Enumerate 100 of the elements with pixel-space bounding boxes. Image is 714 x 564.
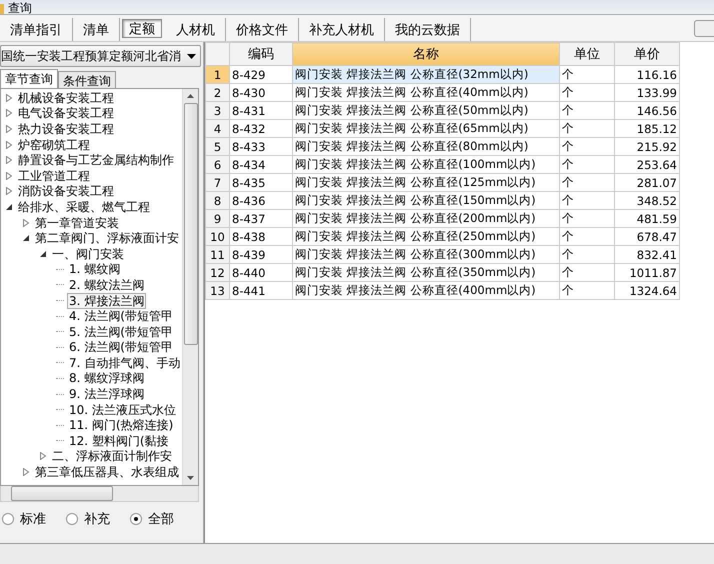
tab[interactable]: 清单指引: [0, 18, 73, 41]
tree-item[interactable]: 炉窑砌筑工程: [16, 136, 92, 153]
radio-icon[interactable]: [66, 513, 78, 525]
tree-item[interactable]: 工业管道工程: [16, 168, 92, 184]
scroll-down-icon[interactable]: [187, 476, 194, 480]
table-cell: 8-441: [230, 282, 292, 300]
table-cell: 8-437: [230, 210, 292, 228]
column-header[interactable]: 名称: [292, 42, 560, 66]
radio-icon[interactable]: [130, 513, 142, 525]
tree-item[interactable]: 第三章低压器具、水表组成: [33, 464, 181, 480]
tree-item[interactable]: 8. 螺纹浮球阀: [67, 370, 146, 386]
table-cell: 个: [560, 228, 614, 246]
table-cell: 阀门安装 焊接法兰阀 公称直径(250mm以内): [292, 228, 560, 246]
table-cell: 8-434: [230, 156, 292, 174]
table-cell: 8-435: [230, 174, 292, 192]
query-tab[interactable]: 条件查询: [58, 71, 116, 88]
table-cell: 阀门安装 焊接法兰阀 公称直径(300mm以内): [292, 246, 560, 264]
table-cell: 阀门安装 焊接法兰阀 公称直径(80mm以内): [292, 138, 560, 156]
tree-item[interactable]: 电气设备安装工程: [16, 105, 116, 122]
tree-item[interactable]: 5. 法兰阀(带短管甲: [67, 324, 175, 340]
tree-item[interactable]: 7. 自动排气阀、手动: [67, 354, 182, 371]
tree-item[interactable]: 2. 螺纹法兰阀: [67, 276, 146, 293]
tree-item[interactable]: 给排水、采暖、燃气工程: [16, 198, 152, 215]
expander-icon[interactable]: [39, 250, 47, 258]
vertical-scrollbar[interactable]: [182, 89, 198, 485]
table-cell: 个: [560, 138, 614, 156]
row-number[interactable]: 9: [206, 210, 230, 228]
tree-item[interactable]: 消防设备安装工程: [16, 183, 116, 200]
table-cell: 阀门安装 焊接法兰阀 公称直径(32mm以内): [292, 66, 560, 84]
window-title: 查询: [8, 2, 32, 14]
tree-item[interactable]: 3. 焊接法兰阀: [67, 292, 146, 309]
table-cell: 个: [560, 174, 614, 192]
row-number[interactable]: 1: [206, 66, 230, 84]
table-cell: 832.41: [614, 246, 680, 264]
row-number[interactable]: 12: [206, 264, 230, 282]
tab[interactable]: 清单: [73, 18, 120, 41]
row-number[interactable]: 10: [206, 228, 230, 246]
expander-icon[interactable]: [22, 234, 30, 242]
tree-item[interactable]: 一、阀门安装: [50, 246, 126, 262]
library-dropdown[interactable]: 国统一安装工程预算定额河北省消: [0, 45, 201, 67]
table-cell: 阀门安装 焊接法兰阀 公称直径(400mm以内): [292, 282, 560, 300]
row-number[interactable]: 6: [206, 156, 230, 174]
column-header[interactable]: 单价: [614, 42, 680, 66]
tree-item[interactable]: 10. 法兰液压式水位: [67, 402, 178, 418]
tree-item[interactable]: 第一章管道安装: [33, 214, 121, 231]
filter-radio[interactable]: 全部: [130, 510, 174, 528]
table-cell: 678.47: [614, 228, 680, 246]
table-cell: 个: [560, 120, 614, 138]
table-cell: 个: [560, 192, 614, 210]
tree-item[interactable]: 1. 螺纹阀: [67, 261, 122, 278]
table-cell: 185.12: [614, 120, 680, 138]
tree-item[interactable]: 第二章阀门、浮标液面计安: [33, 230, 181, 246]
table-cell: 1324.64: [614, 282, 680, 300]
tree-item[interactable]: 机械设备安装工程: [16, 90, 116, 106]
tab[interactable]: 我的云数据: [385, 18, 471, 41]
tree-item[interactable]: 11. 阀门(热熔连接): [67, 417, 176, 434]
tree-item[interactable]: 静置设备与工艺金属结构制作: [16, 152, 176, 168]
horizontal-scrollbar[interactable]: [0, 486, 199, 502]
table-cell: 个: [560, 210, 614, 228]
row-number[interactable]: 7: [206, 174, 230, 192]
column-header[interactable]: 单位: [560, 42, 614, 66]
table-cell: 个: [560, 84, 614, 102]
tree-item[interactable]: 6. 法兰阀(带短管甲: [67, 339, 175, 356]
row-number[interactable]: 2: [206, 84, 230, 102]
filter-radio[interactable]: 标准: [2, 510, 46, 528]
table-cell: 348.52: [614, 192, 680, 210]
table-cell: 8-436: [230, 192, 292, 210]
table-cell: 133.99: [614, 84, 680, 102]
tab[interactable]: 定额: [122, 19, 162, 38]
row-number[interactable]: 11: [206, 246, 230, 264]
row-number[interactable]: 4: [206, 120, 230, 138]
table-cell: 个: [560, 282, 614, 300]
table-cell: 阀门安装 焊接法兰阀 公称直径(350mm以内): [292, 264, 560, 282]
row-number[interactable]: 13: [206, 282, 230, 300]
tab[interactable]: 人材机: [166, 18, 226, 41]
tree-item[interactable]: 热力设备安装工程: [16, 120, 116, 137]
window-icon: [0, 4, 4, 14]
tree-item[interactable]: 4. 法兰阀(带短管甲: [67, 308, 175, 324]
row-number[interactable]: 3: [206, 102, 230, 120]
table-cell: 阀门安装 焊接法兰阀 公称直径(65mm以内): [292, 120, 560, 138]
scroll-up-icon[interactable]: [187, 94, 194, 98]
table-cell: 阀门安装 焊接法兰阀 公称直径(125mm以内): [292, 174, 560, 192]
radio-icon[interactable]: [2, 513, 14, 525]
table-cell: 215.92: [614, 138, 680, 156]
tree-item[interactable]: 12. 塑料阀门(黏接: [67, 432, 171, 449]
column-header[interactable]: 编码: [230, 42, 292, 66]
row-number[interactable]: 8: [206, 192, 230, 210]
tree-item[interactable]: 9. 法兰浮球阀: [67, 386, 146, 402]
table-cell: 个: [560, 246, 614, 264]
expander-icon[interactable]: [5, 202, 13, 211]
row-number[interactable]: 5: [206, 138, 230, 156]
query-tab[interactable]: 章节查询: [0, 69, 58, 88]
tab[interactable]: 价格文件: [226, 18, 299, 41]
tab[interactable]: 补充人材机: [299, 18, 385, 41]
radio-label: 标准: [20, 511, 46, 528]
table-cell: 个: [560, 264, 614, 282]
table-cell: 个: [560, 102, 614, 120]
filter-radio[interactable]: 补充: [66, 510, 110, 528]
toolbar-button[interactable]: [694, 20, 714, 37]
tree-item[interactable]: 二、浮标液面计制作安: [50, 448, 174, 464]
